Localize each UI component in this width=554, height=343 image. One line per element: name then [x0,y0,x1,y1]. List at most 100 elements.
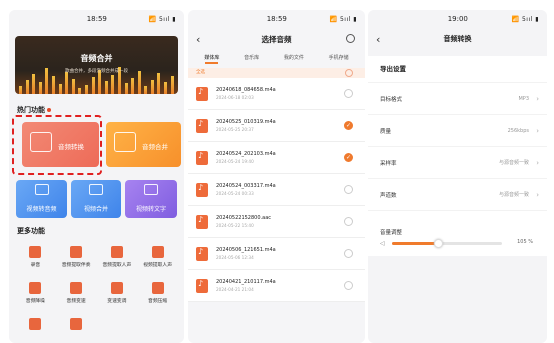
video-to-text-card[interactable]: 视频转文字 [125,180,177,218]
phone-home-screen: 18:59 📶 5ııl ▮ 音频合并 歌曲合并，多段音频合并成一段 热门功能 … [9,10,184,343]
chevron-right-icon: › [536,126,539,135]
file-checkbox[interactable]: ✓ [344,153,353,162]
file-date: 2024-05-24 00:33 [216,191,254,196]
select-all-label: 全选 [196,70,205,75]
file-date: 2024-06-18 02:03 [216,95,254,100]
nav-bar: ‹ 选择音频 [188,28,365,50]
audio-merge-card[interactable]: 音频合并 [106,122,181,167]
more-features-grid: 录音 音频提取伴奏 音频提取人声 视频提取人声 音频降噪 音频变速 变速变调 音… [15,246,178,333]
video-to-audio-label: 视频转音频 [26,206,57,213]
file-list: 20240618_084658.m4a2024-06-18 02:0320240… [188,78,365,302]
feature-more-1[interactable] [15,318,56,333]
status-time: 19:00 [447,15,468,23]
feature-extract-vocal[interactable]: 音频提取人声 [97,246,138,268]
feature-record[interactable]: 录音 [15,246,56,268]
setting-channels[interactable]: 声道数 与源音频一致 › [368,178,547,210]
audio-file-icon [196,182,208,197]
page-title: 音频转换 [443,35,472,43]
file-checkbox[interactable]: ✓ [344,121,353,130]
accompaniment-icon [70,246,83,258]
feature-compress[interactable]: 音频压缩 [137,282,178,304]
file-row[interactable]: 20240618_084658.m4a 2024-06-18 02:03 [188,78,365,110]
denoise-icon [29,282,42,294]
file-name: 20240618_084658.m4a [216,87,276,93]
vocal-icon [110,246,123,258]
file-name: 20240522152800.aac [216,215,272,221]
tab-my-files[interactable]: 我的文件 [284,54,304,61]
signal-battery-icon: 📶 5ııl ▮ [329,15,357,23]
volume-slider-knob[interactable] [434,239,444,248]
file-checkbox[interactable] [344,185,353,194]
screenshot-root: 18:59 📶 5ııl ▮ 音频合并 歌曲合并，多段音频合并成一段 热门功能 … [0,0,554,343]
highlight-dashed-box [12,115,102,175]
setting-quality[interactable]: 质量 256kbps › [368,114,547,146]
speed-icon [70,282,83,294]
video-to-text-label: 视频转文字 [135,206,166,213]
file-checkbox[interactable] [344,281,353,290]
video-icon [34,184,49,195]
feature-more-2[interactable] [56,318,97,333]
feature-denoise[interactable]: 音频降噪 [15,282,56,304]
file-checkbox[interactable] [344,249,353,258]
audio-file-icon [196,118,208,133]
file-row[interactable]: 20240524_003317.m4a 2024-05-24 00:33 [188,174,365,206]
select-all-bar[interactable]: 全选 [188,68,365,78]
setting-sample-rate[interactable]: 采样率 与源音频一致 › [368,146,547,178]
file-info: 20240524_003317.m4a 2024-05-24 00:33 [216,183,276,196]
volume-slider-track[interactable] [392,239,502,248]
file-info: 20240522152800.aac 2024-05-22 15:40 [216,215,271,228]
status-time: 18:59 [86,15,107,23]
export-settings-heading: 导出设置 [368,56,547,82]
nav-bar: ‹ 音频转换 [368,28,547,50]
video-merge-card[interactable]: 视频合并 [71,180,121,218]
feature-video-extract-vocal[interactable]: 视频提取人声 [137,246,178,268]
video-to-audio-card[interactable]: 视频转音频 [16,180,67,218]
feature-extract-accompaniment[interactable]: 音频提取伴奏 [56,246,97,268]
file-info: 20240506_121651.m4a 2024-05-06 12:34 [216,247,276,260]
merge-banner[interactable]: 音频合并 歌曲合并，多段音频合并成一段 [15,36,178,94]
audio-merge-label: 音频合并 [142,143,168,151]
status-time: 18:59 [266,15,287,23]
volume-label: 音量调整 [380,230,403,236]
feature-speed[interactable]: 音频变速 [56,282,97,304]
file-row[interactable]: 20240525_010319.m4a 2024-05-25 20:37 ✓ [188,110,365,142]
file-info: 20240618_084658.m4a 2024-06-18 02:03 [216,87,276,100]
status-bar: 18:59 📶 5ııl ▮ [9,10,184,28]
file-row[interactable]: 20240506_121651.m4a 2024-05-06 12:34 [188,238,365,270]
chevron-right-icon: › [536,190,539,199]
select-all-checkbox[interactable] [345,69,353,77]
volume-slider-fill [392,242,439,245]
tab-media-library[interactable]: 媒体库 [204,54,219,64]
feature-pitch[interactable]: 变速变调 [97,282,138,304]
tab-phone-storage[interactable]: 手机存储 [329,54,349,61]
phone-select-audio: 18:59 📶 5ııl ▮ ‹ 选择音频 媒体库 音乐库 我的文件 手机存储 … [188,10,365,343]
more-features-heading: 更多功能 [17,227,45,235]
file-row[interactable]: 20240524_202103.m4a 2024-05-24 19:40 ✓ [188,142,365,174]
back-arrow-icon[interactable]: ‹ [376,33,380,46]
file-info: 20240421_210117.m4a 2024-04-21 21:04 [216,279,276,292]
file-checkbox[interactable] [344,89,353,98]
tab-music-library[interactable]: 音乐库 [244,54,259,61]
file-name: 20240524_202103.m4a [216,151,276,157]
file-date: 2024-05-22 15:40 [216,223,254,228]
status-bar: 18:59 📶 5ııl ▮ [188,10,365,28]
phone-audio-convert: 19:00 📶 5ııl ▮ ‹ 音频转换 导出设置 目标格式 MP3 › 质量… [368,10,547,343]
source-tabs: 媒体库 音乐库 我的文件 手机存储 [188,50,365,64]
file-name: 20240524_003317.m4a [216,183,276,189]
merge-icon [114,132,136,152]
file-name: 20240506_121651.m4a [216,247,276,253]
file-info: 20240525_010319.m4a 2024-05-25 20:37 [216,119,276,132]
file-row[interactable]: 20240522152800.aac 2024-05-22 15:40 [188,206,365,238]
file-date: 2024-05-24 19:40 [216,159,254,164]
file-row[interactable]: 20240421_210117.m4a 2024-04-21 21:04 [188,270,365,302]
audio-file-icon [196,86,208,101]
video-merge-icon [89,184,103,195]
file-checkbox[interactable] [344,217,353,226]
search-icon[interactable] [346,34,355,43]
setting-target-format[interactable]: 目标格式 MP3 › [368,82,547,114]
page-title: 选择音频 [261,34,292,44]
audio-file-icon [196,278,208,293]
banner-title: 音频合并 [80,54,113,63]
back-arrow-icon[interactable]: ‹ [196,33,200,46]
chevron-right-icon: › [536,94,539,103]
